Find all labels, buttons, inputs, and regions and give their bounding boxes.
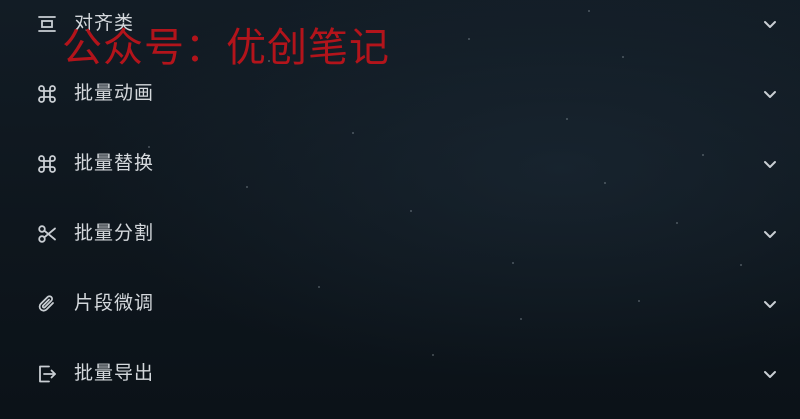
menu-item-batch-replace[interactable]: 批量替换	[0, 143, 800, 183]
chevron-down-icon[interactable]	[760, 84, 780, 104]
align-icon	[36, 13, 58, 35]
chevron-down-icon[interactable]	[760, 294, 780, 314]
command-icon	[36, 153, 58, 175]
paperclip-icon	[36, 293, 58, 315]
menu-item-label: 批量分割	[74, 222, 155, 244]
chevron-down-icon[interactable]	[760, 154, 780, 174]
menu-item-label: 批量替换	[74, 152, 155, 174]
chevron-down-icon[interactable]	[760, 14, 780, 34]
chevron-down-icon[interactable]	[760, 364, 780, 384]
watermark-text: 公众号：优创笔记	[62, 25, 390, 71]
menu-item-batch-split[interactable]: 批量分割	[0, 213, 800, 253]
menu-item-batch-export[interactable]: 批量导出	[0, 353, 800, 393]
export-icon	[36, 363, 58, 385]
scissors-icon	[36, 223, 58, 245]
menu-item-label: 片段微调	[74, 292, 155, 314]
command-icon	[36, 83, 58, 105]
menu-item-clip-adjust[interactable]: 片段微调	[0, 283, 800, 323]
menu-item-label: 批量导出	[74, 362, 155, 384]
menu-item-batch-animation[interactable]: 批量动画	[0, 73, 800, 113]
menu-item-label: 批量动画	[74, 82, 155, 104]
chevron-down-icon[interactable]	[760, 224, 780, 244]
